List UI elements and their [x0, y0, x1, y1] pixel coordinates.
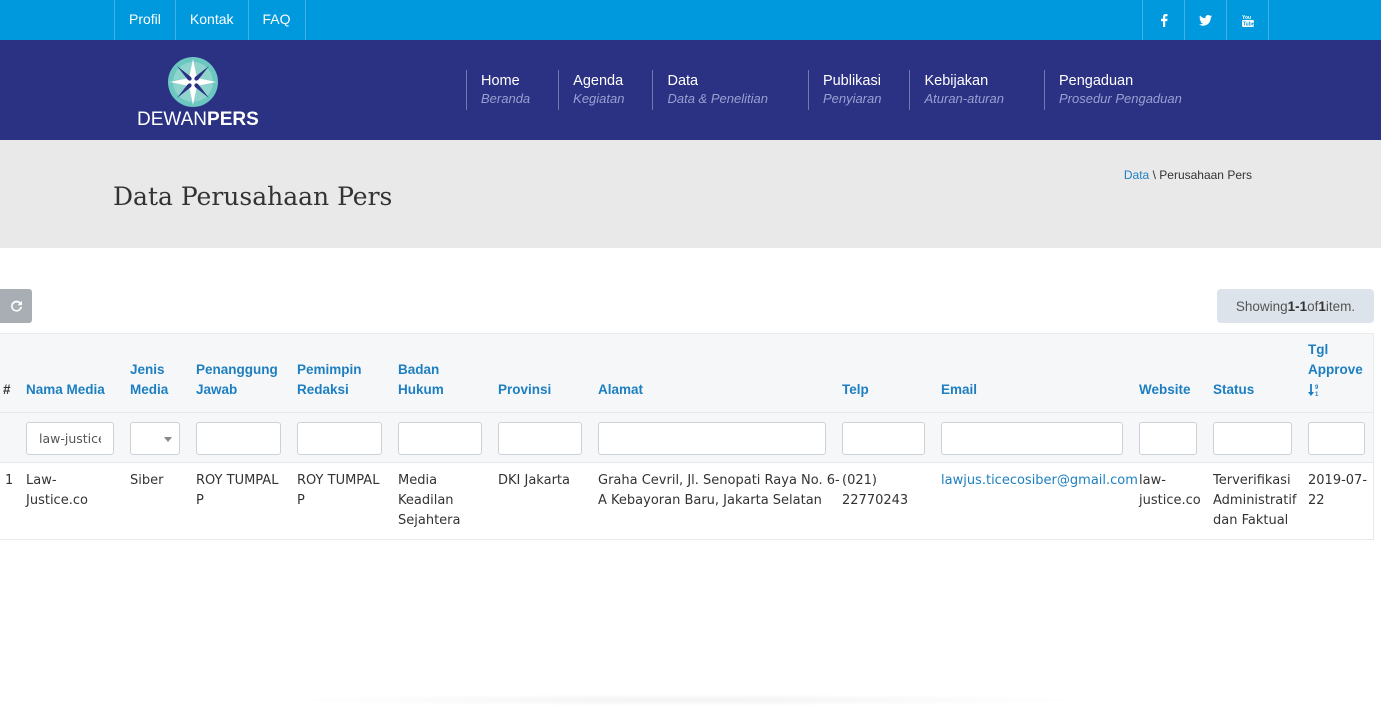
col-header-pemimpin-redaksi[interactable]: Pemimpin Redaksi — [297, 360, 362, 400]
breadcrumb-current: Perusahaan Pers — [1159, 168, 1252, 182]
col-header-email[interactable]: Email — [941, 380, 977, 400]
top-links: Profil Kontak FAQ — [114, 0, 306, 40]
top-link-profil[interactable]: Profil — [115, 0, 176, 40]
nav-item-subtitle: Prosedur Pengaduan — [1058, 91, 1182, 106]
nav-item-pengaduan[interactable]: Pengaduan Prosedur Pengaduan — [1043, 70, 1196, 110]
cell-status: Terverifikasi Administratif dan Faktual — [1213, 473, 1297, 528]
filter-telp[interactable] — [842, 422, 925, 455]
cell-website: law-justice.co — [1139, 473, 1201, 508]
page-title-band: Data Perusahaan Pers Data \ Perusahaan P… — [0, 140, 1381, 248]
filter-badan-hukum[interactable] — [398, 422, 482, 455]
filter-tgl-approve[interactable] — [1308, 422, 1365, 455]
grid-header: # Nama Media Jenis Media Penanggung Jawab … — [0, 334, 1373, 412]
sort-desc-icon: 9 1 — [1308, 384, 1319, 397]
col-header-status[interactable]: Status — [1213, 380, 1254, 400]
breadcrumb-separator: \ — [1152, 168, 1156, 182]
col-header-penanggung-jawab[interactable]: Penanggung Jawab — [196, 360, 278, 400]
nav-item-data[interactable]: Data Data & Penelitian — [652, 70, 781, 110]
filter-pemimpin-redaksi[interactable] — [297, 422, 382, 455]
nav-item-title: Publikasi — [822, 73, 881, 89]
cell-pemimpin-redaksi: ROY TUMPAL P — [297, 473, 380, 508]
filter-status[interactable] — [1213, 422, 1292, 455]
nav-item-title: Pengaduan — [1058, 73, 1134, 89]
facebook-icon[interactable] — [1143, 0, 1185, 40]
cell-alamat: Graha Cevril, Jl. Senopati Raya No. 6- A … — [598, 473, 840, 508]
nav-item-subtitle: Data & Penelitian — [667, 91, 768, 106]
nav-item-subtitle: Beranda — [481, 91, 531, 106]
top-link-faq[interactable]: FAQ — [249, 0, 306, 40]
filter-provinsi[interactable] — [498, 422, 582, 455]
filter-jenis-media-select[interactable] — [130, 422, 180, 455]
nav-item-subtitle: Penyiaran — [822, 91, 882, 106]
cell-tgl-approve: 2019-07- 22 — [1308, 473, 1368, 508]
filter-penanggung-jawab[interactable] — [196, 422, 281, 455]
breadcrumb-link-data[interactable]: Data — [1124, 168, 1149, 182]
nav-item-kebijakan[interactable]: Kebijakan Aturan-aturan — [909, 70, 1018, 110]
filter-email[interactable] — [941, 422, 1123, 455]
svg-text:Tube: Tube — [1243, 21, 1254, 27]
cell-number: 1 — [5, 473, 14, 488]
nav-item-agenda[interactable]: Agenda Kegiatan — [558, 70, 638, 110]
youtube-icon[interactable]: You Tube — [1227, 0, 1269, 40]
nav-item-subtitle: Kegiatan — [573, 91, 625, 106]
top-bar: Profil Kontak FAQ You Tube — [0, 0, 1381, 40]
svg-text:1: 1 — [1315, 392, 1319, 397]
refresh-icon — [10, 300, 22, 312]
compass-logo-icon — [168, 57, 218, 107]
dewan-pers-logo[interactable]: DEWANPERS — [137, 56, 259, 132]
col-header-website[interactable]: Website — [1139, 380, 1191, 400]
cell-penanggung-jawab: ROY TUMPAL P — [196, 473, 279, 508]
twitter-icon[interactable] — [1185, 0, 1227, 40]
nav-item-title: Kebijakan — [924, 73, 989, 89]
social-links: You Tube — [1142, 0, 1269, 40]
top-link-kontak[interactable]: Kontak — [176, 0, 249, 40]
col-header-telp[interactable]: Telp — [842, 380, 869, 400]
col-header-number: # — [3, 382, 11, 397]
cell-jenis-media: Siber — [130, 473, 164, 488]
nav-item-title: Data — [667, 73, 699, 89]
svg-text:9: 9 — [1315, 385, 1319, 391]
footer-shadow — [270, 694, 1100, 706]
breadcrumb: Data \ Perusahaan Pers — [1124, 168, 1252, 182]
nav-item-publikasi[interactable]: Publikasi Penyiaran — [807, 70, 896, 110]
page-title: Data Perusahaan Pers — [113, 182, 393, 211]
filter-nama-media[interactable] — [26, 422, 114, 455]
main-header: DEWANPERS Home Beranda Agenda Kegiatan D… — [0, 40, 1381, 140]
cell-telp: (021) 22770243 — [842, 473, 909, 508]
refresh-button[interactable] — [0, 289, 32, 323]
col-header-provinsi[interactable]: Provinsi — [498, 380, 551, 400]
data-grid: # Nama Media Jenis Media Penanggung Jawab … — [0, 333, 1374, 540]
cell-badan-hukum: Media Keadilan Sejahtera — [398, 473, 461, 528]
nav-item-home[interactable]: Home Beranda — [466, 70, 544, 110]
col-header-badan-hukum[interactable]: Badan Hukum — [398, 360, 444, 400]
cell-nama-media: Law- Justice.co — [26, 473, 88, 508]
email-link[interactable]: lawjus.ticecosiber@gmail.com — [941, 473, 1138, 488]
filter-row — [0, 412, 1373, 463]
col-header-nama-media[interactable]: Nama Media — [26, 380, 105, 400]
cell-provinsi: DKI Jakarta — [498, 473, 570, 488]
nav-item-subtitle: Aturan-aturan — [924, 91, 1004, 106]
filter-alamat[interactable] — [598, 422, 826, 455]
col-header-tgl-approve[interactable]: Tgl Approve 9 1 — [1308, 340, 1363, 400]
col-header-jenis-media[interactable]: Jenis Media — [130, 360, 168, 400]
caret-down-icon — [164, 437, 172, 442]
main-nav: Home Beranda Agenda Kegiatan Data Data &… — [466, 70, 1210, 110]
filter-website[interactable] — [1139, 422, 1197, 455]
summary-badge: Showing 1-1 of 1 item. — [1217, 289, 1374, 323]
nav-item-title: Agenda — [573, 73, 624, 89]
col-header-alamat[interactable]: Alamat — [598, 380, 643, 400]
nav-item-title: Home — [481, 73, 520, 89]
brand-wordmark: DEWANPERS — [137, 109, 259, 130]
cell-email: lawjus.ticecosiber@gmail.com — [941, 471, 1138, 491]
